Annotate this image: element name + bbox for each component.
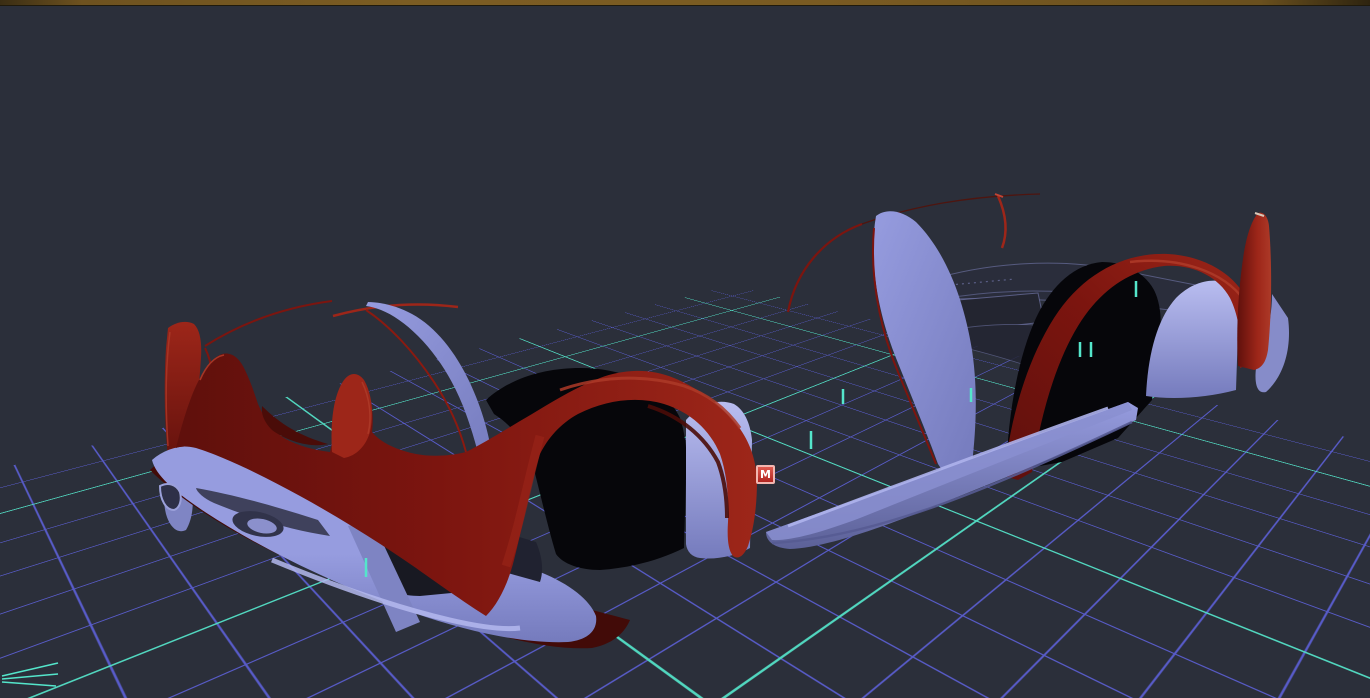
mesh-overlay [1,193,1290,687]
3d-viewport[interactable]: M [0,0,1370,698]
toolbar-edge-strip [0,0,1370,6]
rear-fender-liner[interactable] [872,211,976,472]
grid-corner-fan-lines [1,662,59,687]
m-marker-badge[interactable]: M [756,465,775,484]
